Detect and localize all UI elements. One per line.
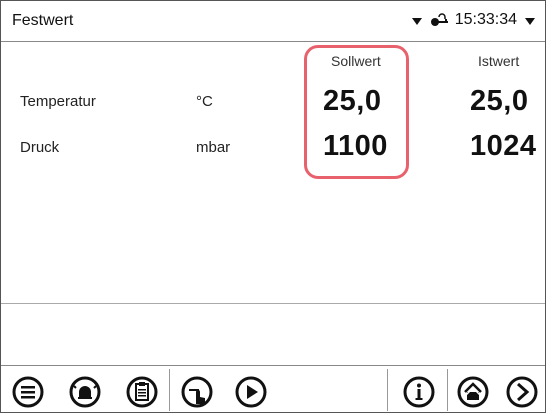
touch-program-icon[interactable] bbox=[181, 376, 213, 408]
menu-icon[interactable] bbox=[12, 376, 44, 408]
header-bar: Festwert 15:33:34 bbox=[1, 1, 545, 42]
unit-pressure: mbar bbox=[196, 139, 231, 156]
lock-key-icon[interactable] bbox=[430, 12, 450, 28]
controller-screen: Festwert 15:33:34 Sollwert Istwert Tempe… bbox=[0, 0, 546, 413]
dropdown-arrow-icon[interactable] bbox=[525, 17, 535, 25]
unit-temperature: °C bbox=[196, 93, 213, 110]
info-icon[interactable] bbox=[403, 376, 435, 408]
setpoint-highlight-frame bbox=[304, 45, 409, 179]
toolbar-separator bbox=[447, 369, 448, 411]
dropdown-arrow-icon[interactable] bbox=[411, 17, 422, 25]
clock-time: 15:33:34 bbox=[454, 11, 517, 28]
divider bbox=[1, 303, 545, 304]
toolbar-separator bbox=[387, 369, 388, 411]
page-title: Festwert bbox=[12, 12, 74, 29]
actual-column-header: Istwert bbox=[478, 53, 520, 69]
toolbar-divider bbox=[1, 365, 545, 366]
actual-pressure: 1024 bbox=[470, 130, 537, 162]
alarm-icon[interactable] bbox=[69, 376, 101, 408]
row-label-pressure: Druck bbox=[20, 139, 60, 156]
clipboard-icon[interactable] bbox=[126, 376, 158, 408]
play-icon[interactable] bbox=[235, 376, 267, 408]
actual-temperature: 25,0 bbox=[470, 85, 529, 117]
home-icon[interactable] bbox=[457, 376, 489, 408]
toolbar-separator bbox=[169, 369, 170, 411]
next-icon[interactable] bbox=[506, 376, 538, 408]
status-area: 15:33:34 bbox=[411, 11, 535, 29]
row-label-temperature: Temperatur bbox=[20, 93, 96, 110]
